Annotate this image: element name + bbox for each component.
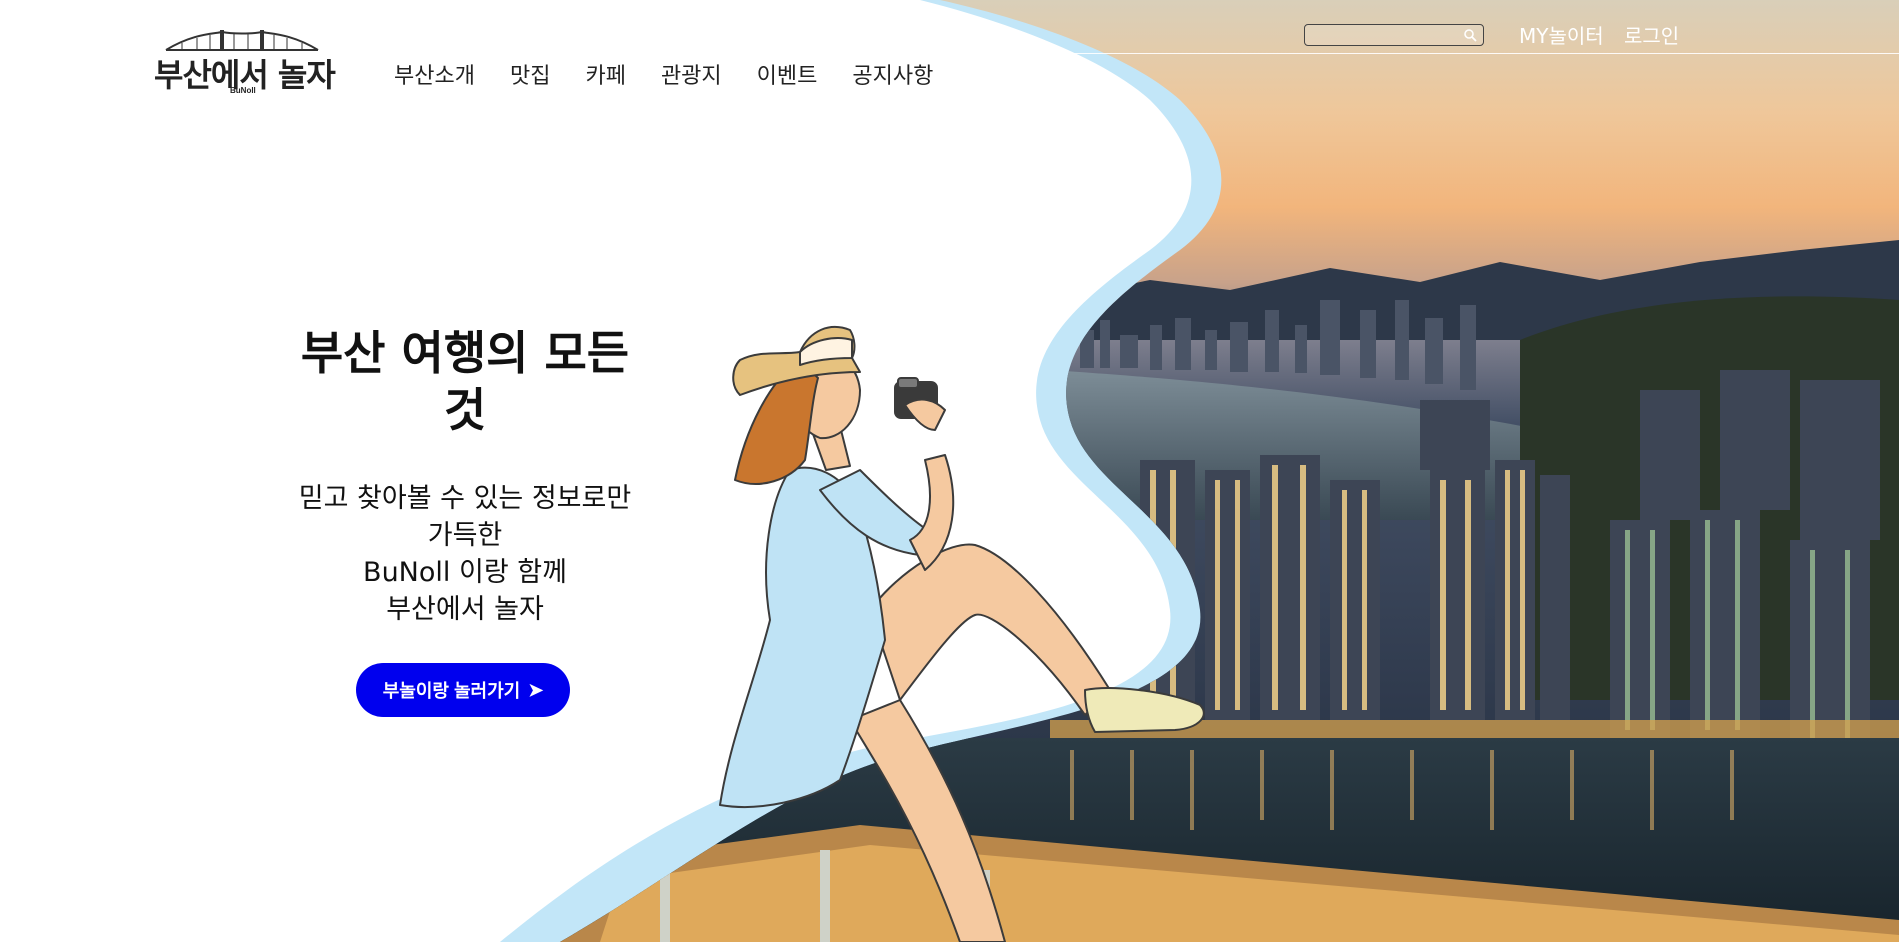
search-icon[interactable] (1463, 28, 1477, 42)
search-input[interactable] (1311, 26, 1455, 46)
hero-description: 믿고 찾아볼 수 있는 정보로만 가득한 BuNoll 이랑 함께 부산에서 놀… (240, 480, 690, 628)
hero-desc-line: 부산에서 놀자 (386, 594, 544, 625)
hero-title: 부산 여행의 모든 것 (240, 325, 690, 439)
main-nav: 부산소개 맛집 카페 관광지 이벤트 공지사항 (394, 58, 968, 90)
header-divider (1070, 53, 1899, 54)
hero-background-scene (500, 0, 1899, 942)
logo-subtext: BuNoll (230, 86, 256, 95)
nav-item-events[interactable]: 이벤트 (757, 58, 818, 90)
arrow-right-icon: ➤ (528, 679, 544, 700)
bridge-logo-icon (165, 30, 319, 51)
nav-item-cafe[interactable]: 카페 (585, 58, 625, 90)
nav-item-attractions[interactable]: 관광지 (661, 58, 722, 90)
hero-desc-line: 믿고 찾아볼 수 있는 정보로만 (298, 483, 632, 514)
nav-item-restaurants[interactable]: 맛집 (510, 58, 550, 90)
search-box (1304, 24, 1484, 46)
hero-title-line: 부산 여행의 모든 (300, 326, 630, 380)
cta-button[interactable]: 부놀이랑 놀러가기 ➤ (356, 663, 570, 717)
nav-item-busan-intro[interactable]: 부산소개 (394, 58, 475, 90)
cta-label: 부놀이랑 놀러가기 (382, 681, 521, 701)
nav-item-notices[interactable]: 공지사항 (852, 58, 933, 90)
hero-title-line: 것 (443, 383, 487, 437)
login-link[interactable]: 로그인 (1624, 20, 1679, 49)
hero-desc-line: BuNoll 이랑 함께 (363, 557, 567, 588)
my-playground-link[interactable]: MY놀이터 (1519, 20, 1604, 49)
site-logo[interactable]: 부산에서 놀자 BuNoll (154, 28, 339, 98)
hero-desc-line: 가득한 (427, 520, 503, 551)
